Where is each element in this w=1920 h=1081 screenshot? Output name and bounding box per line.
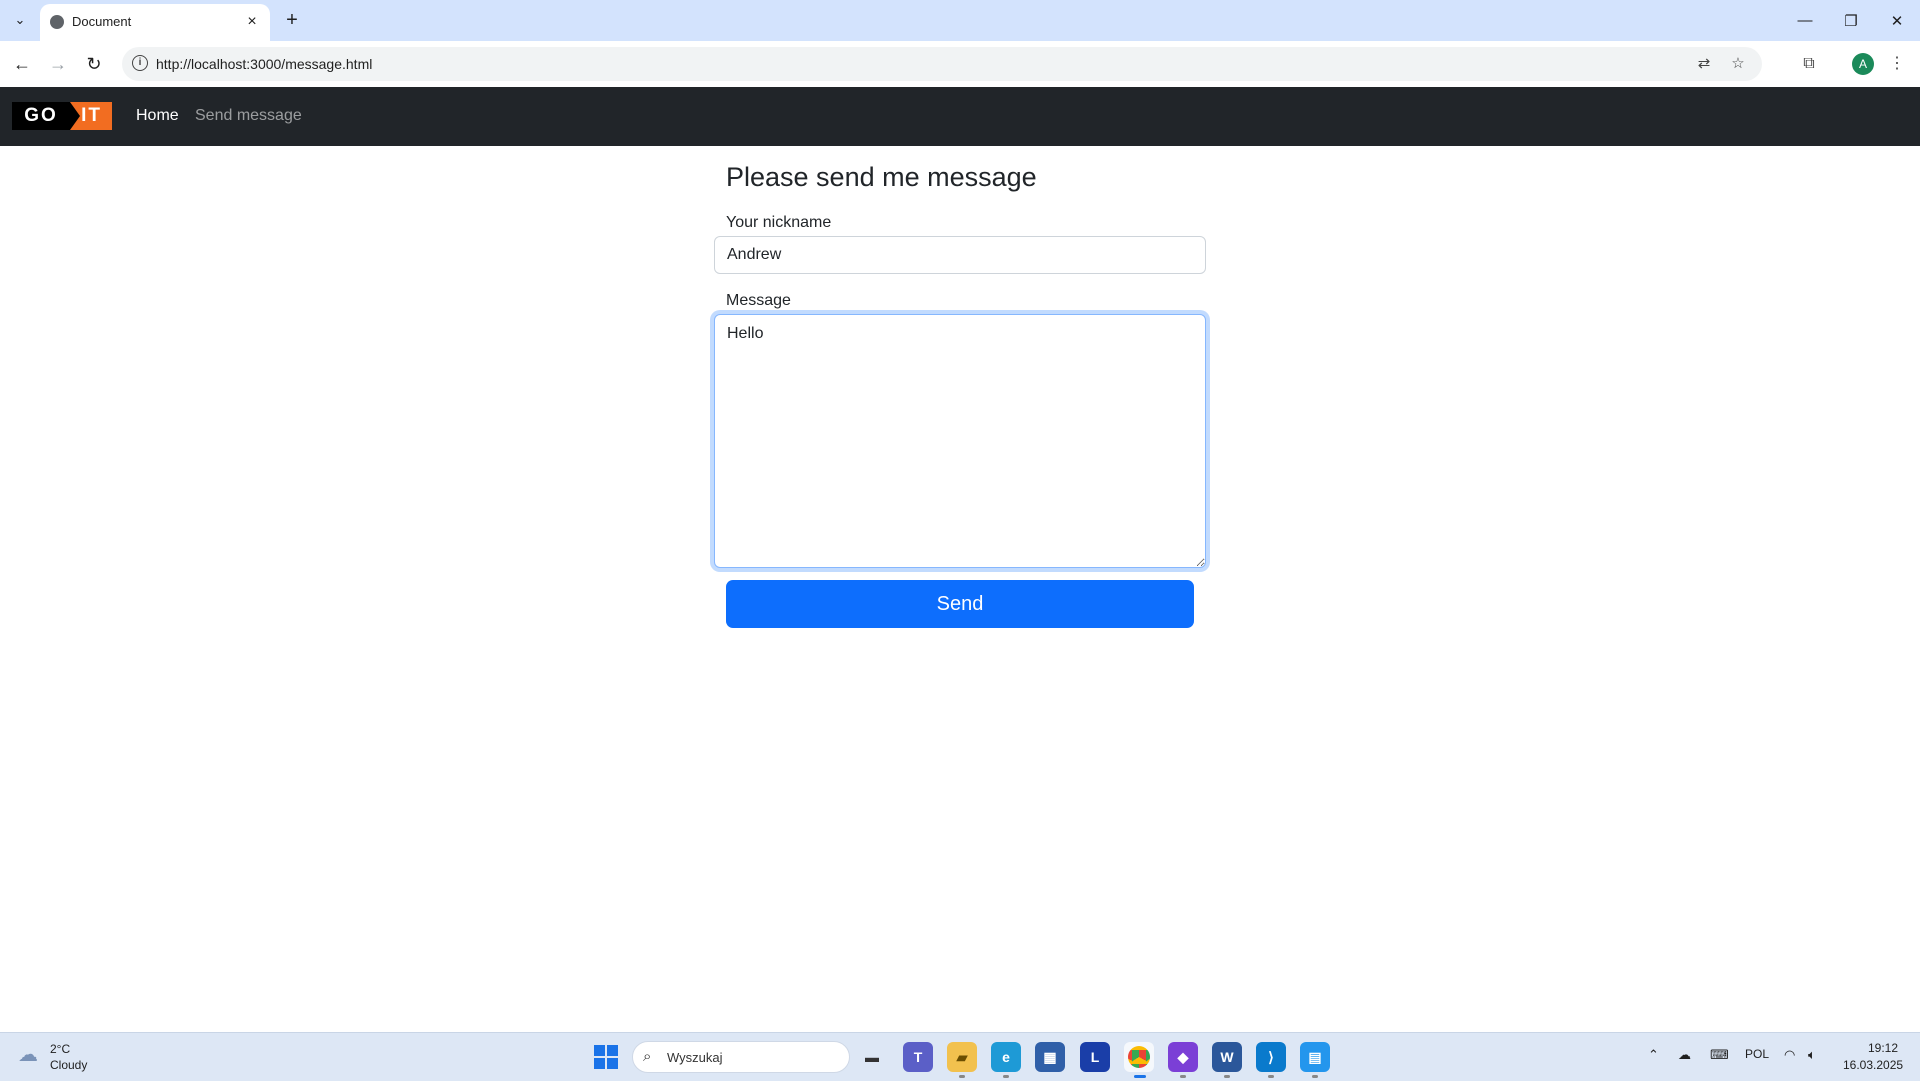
windows-start-icon[interactable] (594, 1045, 618, 1069)
message-textarea[interactable]: Hello (714, 314, 1206, 568)
windows-taskbar: ☁ 2°C Cloudy ⌕ Wyszukaj ▬ T ▰ e ▦ L ◆ W … (0, 1032, 1920, 1081)
active-indicator (1134, 1075, 1146, 1078)
cloud-icon[interactable]: ☁ (18, 1045, 44, 1065)
tab-search-chevron-icon[interactable]: ⌄ (8, 8, 32, 32)
chevron-up-icon[interactable]: ⌃ (1648, 1047, 1659, 1063)
browser-tab[interactable]: Document × (40, 4, 270, 41)
onedrive-cloud-icon[interactable]: ☁ (1678, 1047, 1691, 1063)
nav-home-link[interactable]: Home (136, 107, 179, 125)
teams-icon[interactable]: T (903, 1042, 933, 1072)
url-text[interactable]: http://localhost:3000/message.html (156, 56, 372, 72)
volume-icon[interactable]: 🔈︎ (1808, 1047, 1816, 1063)
obsidian-icon[interactable]: ◆ (1168, 1042, 1198, 1072)
running-indicator (1224, 1075, 1230, 1078)
weather-description[interactable]: Cloudy (50, 1058, 87, 1072)
clock-date[interactable]: 16.03.2025 (1843, 1058, 1903, 1072)
browser-toolbar: ← → ↻ i http://localhost:3000/message.ht… (0, 41, 1920, 88)
docker-icon[interactable]: ▤ (1300, 1042, 1330, 1072)
clock-time[interactable]: 19:12 (1868, 1041, 1898, 1055)
language-indicator[interactable]: POL (1745, 1047, 1769, 1061)
send-button[interactable]: Send (726, 580, 1194, 628)
reload-icon[interactable]: ↻ (80, 50, 108, 78)
minimize-icon[interactable]: — (1782, 0, 1828, 41)
chrome-icon[interactable] (1124, 1042, 1154, 1072)
forward-arrow-icon[interactable]: → (44, 50, 72, 78)
address-bar[interactable]: i http://localhost:3000/message.html ⇄ ☆ (122, 47, 1762, 81)
weather-temperature[interactable]: 2°C (50, 1042, 70, 1056)
page-title: Please send me message (726, 162, 1037, 192)
back-arrow-icon[interactable]: ← (8, 50, 36, 78)
wifi-icon[interactable]: ◠ (1784, 1047, 1795, 1063)
word-icon[interactable]: W (1212, 1042, 1242, 1072)
window-controls: — ❐ ✕ (1782, 0, 1920, 41)
extensions-icon[interactable]: ⧉ (1798, 53, 1820, 75)
taskbar-search[interactable]: ⌕ Wyszukaj (632, 1041, 850, 1073)
running-indicator (1003, 1075, 1009, 1078)
site-navbar: GO IT Home Send message (0, 87, 1920, 146)
bookmark-star-icon[interactable]: ☆ (1728, 54, 1748, 74)
nickname-input[interactable] (714, 236, 1206, 274)
running-indicator (1312, 1075, 1318, 1078)
search-icon: ⌕ (643, 1048, 652, 1065)
search-placeholder: Wyszukaj (667, 1050, 723, 1065)
nickname-label: Your nickname (726, 214, 832, 231)
edge-icon[interactable]: e (991, 1042, 1021, 1072)
message-label: Message (726, 292, 791, 309)
restore-icon[interactable]: ❐ (1828, 0, 1874, 41)
nav-send-message-link[interactable]: Send message (195, 107, 302, 125)
close-window-icon[interactable]: ✕ (1874, 0, 1920, 41)
task-view-icon[interactable]: ▬ (857, 1042, 887, 1072)
more-menu-icon[interactable]: ⋮ (1886, 53, 1908, 75)
goit-logo[interactable]: GO IT (12, 102, 112, 130)
running-indicator (1268, 1075, 1274, 1078)
new-tab-plus-icon[interactable]: + (280, 8, 304, 32)
logo-go-text: GO (12, 102, 80, 130)
vscode-icon[interactable]: ⟩ (1256, 1042, 1286, 1072)
store-icon[interactable]: ▦ (1035, 1042, 1065, 1072)
profile-avatar[interactable]: A (1852, 53, 1874, 75)
site-info-icon[interactable]: i (132, 55, 148, 71)
file-explorer-icon[interactable]: ▰ (947, 1042, 977, 1072)
globe-icon (50, 15, 64, 29)
close-tab-icon[interactable]: × (242, 12, 262, 32)
running-indicator (959, 1075, 965, 1078)
tab-title: Document (72, 14, 132, 29)
keyboard-icon[interactable]: ⌨ (1710, 1047, 1729, 1063)
running-indicator (1180, 1075, 1186, 1078)
l-app-icon[interactable]: L (1080, 1042, 1110, 1072)
tab-strip: ⌄ Document × + — ❐ ✕ (0, 0, 1920, 41)
translate-icon[interactable]: ⇄ (1694, 54, 1714, 74)
